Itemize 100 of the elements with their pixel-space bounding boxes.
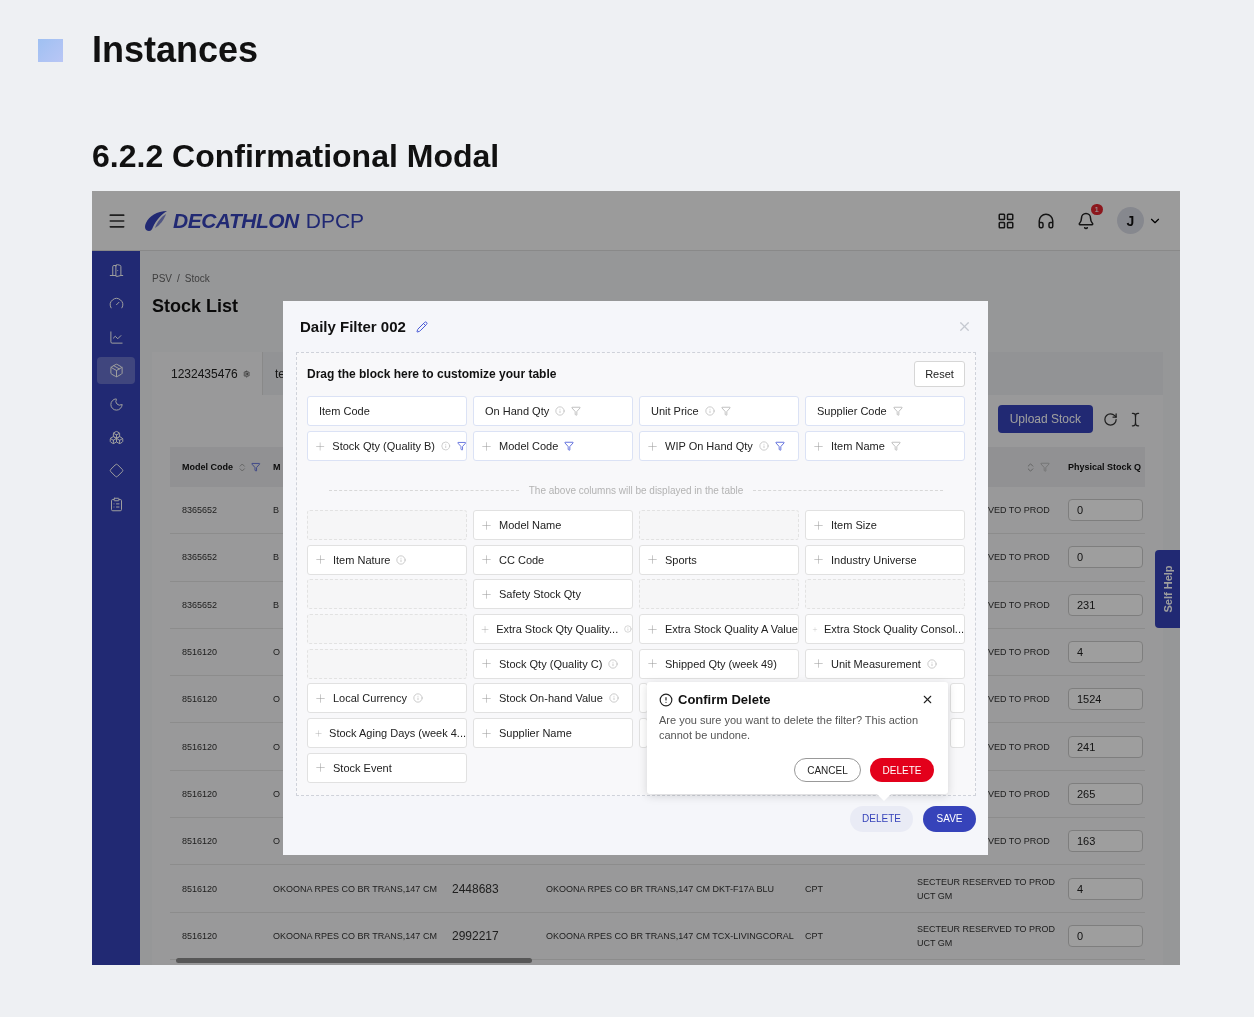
drag-icon[interactable] (480, 518, 493, 532)
drag-icon[interactable] (480, 726, 493, 740)
stock-input[interactable]: 0 (1068, 924, 1143, 947)
drag-icon[interactable] (812, 553, 825, 567)
column-block[interactable]: Extra Stock Quality Consol... (805, 614, 965, 645)
column-block[interactable]: Item Nature (307, 544, 467, 575)
drag-icon[interactable] (314, 439, 327, 453)
drag-icon[interactable] (314, 553, 327, 567)
column-block[interactable] (950, 718, 965, 749)
drag-icon[interactable] (480, 587, 493, 601)
table-cell-text: VED TO PROD (988, 787, 1050, 801)
column-block[interactable]: Extra Stock Quality A Value (639, 614, 799, 645)
stock-input[interactable]: 265 (1068, 782, 1143, 805)
breadcrumb-item[interactable]: PSV (152, 272, 172, 286)
column-block[interactable]: Supplier Code (805, 396, 965, 426)
column-block[interactable]: Item Size (805, 510, 965, 540)
stock-input[interactable]: 231 (1068, 593, 1143, 616)
close-icon[interactable] (921, 693, 934, 706)
column-block[interactable]: Stock On-hand Value (473, 683, 633, 714)
table-cell-text: OKOONA RPES CO BR TRANS,147 CM DKT-F17A BLU (546, 882, 774, 896)
stock-input[interactable]: 4 (1068, 877, 1143, 900)
upload-button[interactable]: Upload Stock (997, 405, 1093, 433)
column-block[interactable]: CC Code (473, 544, 633, 575)
drag-icon[interactable] (480, 691, 493, 705)
refresh-icon[interactable] (1103, 411, 1118, 427)
bell-icon[interactable] (1077, 211, 1095, 230)
table-cell-text: 8365652 (182, 504, 218, 518)
column-block[interactable]: Stock Aging Days (week 4... (307, 718, 467, 749)
table-cell-text: 8516120 (182, 929, 218, 943)
breadcrumb-item[interactable]: Stock (184, 272, 210, 286)
column-block[interactable]: WIP On Hand Qty (639, 431, 799, 461)
sort-icon[interactable] (237, 461, 248, 473)
filter-icon[interactable] (564, 441, 575, 451)
chart-icon (108, 329, 124, 345)
edit-icon[interactable] (415, 320, 428, 333)
column-block[interactable]: Shipped Qty (week 49) (639, 648, 799, 679)
apps-icon[interactable] (997, 211, 1015, 230)
stock-input[interactable]: 241 (1068, 735, 1143, 758)
modal-title: Daily Filter 002 (300, 318, 406, 335)
table-cell-text: VED TO PROD (988, 740, 1050, 754)
drag-icon[interactable] (480, 657, 493, 671)
column-block[interactable]: Model Name (473, 510, 633, 540)
avatar[interactable]: J (1117, 207, 1144, 234)
drag-icon[interactable] (480, 553, 493, 567)
table-cell-text: 8516120 (182, 740, 218, 754)
column-header: Model Code (182, 462, 233, 472)
filter-icon[interactable] (571, 406, 582, 416)
headset-icon[interactable] (1037, 211, 1055, 230)
column-block[interactable]: Supplier Name (473, 718, 633, 749)
section-heading: Drag the block here to customize your table (307, 367, 557, 381)
drag-icon[interactable] (314, 761, 327, 775)
delete-button[interactable]: DELETE (850, 805, 913, 832)
drag-icon[interactable] (646, 622, 659, 636)
column-block[interactable]: Sports (639, 544, 799, 575)
filter-icon[interactable] (456, 441, 466, 451)
tab[interactable]: 1232435476 (152, 352, 263, 395)
column-block[interactable]: On Hand Qty (473, 396, 633, 426)
filter-icon[interactable] (892, 406, 903, 416)
column-block[interactable]: Stock Qty (Quality C) (473, 648, 633, 679)
self-help-tab[interactable]: Self Help (1155, 550, 1180, 628)
stock-input[interactable]: 4 (1068, 641, 1143, 664)
scrollbar[interactable] (176, 958, 532, 963)
column-block[interactable]: Item Name (805, 431, 965, 461)
filter-icon[interactable] (251, 462, 261, 472)
column-block[interactable]: Stock Qty (Quality B) (307, 431, 467, 461)
stock-input[interactable]: 0 (1068, 546, 1143, 569)
column-block[interactable]: Safety Stock Qty (473, 579, 633, 610)
column-block[interactable]: Local Currency (307, 683, 467, 714)
drag-icon[interactable] (812, 439, 825, 453)
reset-button[interactable]: Reset (914, 361, 965, 387)
stock-input[interactable]: 1524 (1068, 688, 1143, 711)
filter-icon[interactable] (890, 441, 901, 451)
drag-icon[interactable] (314, 691, 327, 705)
column-block[interactable]: Item Code (307, 396, 467, 426)
cancel-button[interactable]: CANCEL (794, 758, 861, 782)
column-block[interactable]: Industry Universe (805, 544, 965, 575)
drag-icon[interactable] (646, 657, 659, 671)
filter-icon[interactable] (774, 441, 785, 451)
page-heading: Stock List (152, 295, 240, 318)
stock-input[interactable]: 0 (1068, 499, 1143, 522)
column-block[interactable] (950, 683, 965, 714)
drag-icon[interactable] (812, 657, 825, 671)
breadcrumb-item: / (177, 272, 180, 286)
filter-icon[interactable] (720, 406, 731, 416)
drag-icon[interactable] (646, 553, 659, 567)
settings-icon[interactable] (242, 368, 250, 379)
filter-icon[interactable] (1040, 462, 1050, 472)
column-block[interactable]: Stock Event (307, 752, 467, 783)
drag-icon[interactable] (480, 439, 493, 453)
column-block[interactable]: Unit Price (639, 396, 799, 426)
confirm-delete-button[interactable]: DELETE (870, 758, 934, 782)
block-label: Stock Event (333, 761, 392, 774)
save-button[interactable]: SAVE (923, 805, 976, 832)
column-block[interactable]: Model Code (473, 431, 633, 461)
drag-icon[interactable] (646, 439, 659, 453)
column-block[interactable]: Extra Stock Qty Quality... (473, 614, 633, 645)
sort-icon[interactable] (1025, 461, 1036, 473)
drag-icon[interactable] (812, 518, 825, 532)
stock-input[interactable]: 163 (1068, 830, 1143, 853)
column-block[interactable]: Unit Measurement (805, 648, 965, 679)
